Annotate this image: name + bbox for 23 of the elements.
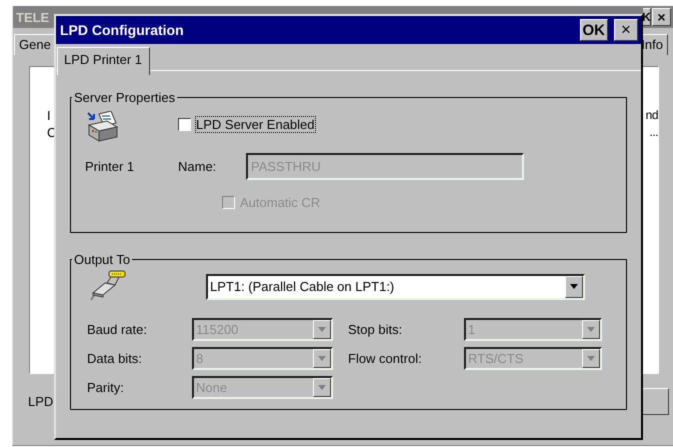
- ok-button[interactable]: OK: [580, 19, 608, 41]
- printer-label: Printer 1: [85, 159, 136, 174]
- field-label: Parity:: [87, 380, 125, 395]
- group-title: Server Properties: [73, 90, 176, 105]
- tab[interactable]: Gene: [14, 34, 56, 55]
- close-button[interactable]: ×: [614, 19, 638, 41]
- field-label: Name:: [178, 159, 218, 174]
- group-title: Output To: [73, 252, 132, 267]
- panel-text: nd: [646, 107, 658, 124]
- status-label: LPD: [28, 394, 54, 409]
- panel-text: I: [47, 107, 52, 124]
- field-label: Data bits:: [87, 351, 143, 366]
- panel-text: ...: [649, 124, 658, 141]
- dialog-title: LPD Configuration: [60, 22, 184, 38]
- port-dropdown[interactable]: LPT1: (Parallel Cable on LPT1:): [206, 274, 585, 300]
- window-title: TELE: [16, 10, 50, 24]
- field-label: Flow control:: [348, 351, 423, 366]
- checkbox[interactable]: [178, 118, 191, 131]
- field-label: Stop bits:: [348, 322, 404, 337]
- tab[interactable]: LPD Printer 1: [57, 47, 150, 75]
- checkbox-label: LPD Server Enabled: [196, 117, 315, 132]
- close-button[interactable]: ×: [652, 8, 671, 26]
- field-label: Baud rate:: [87, 322, 148, 337]
